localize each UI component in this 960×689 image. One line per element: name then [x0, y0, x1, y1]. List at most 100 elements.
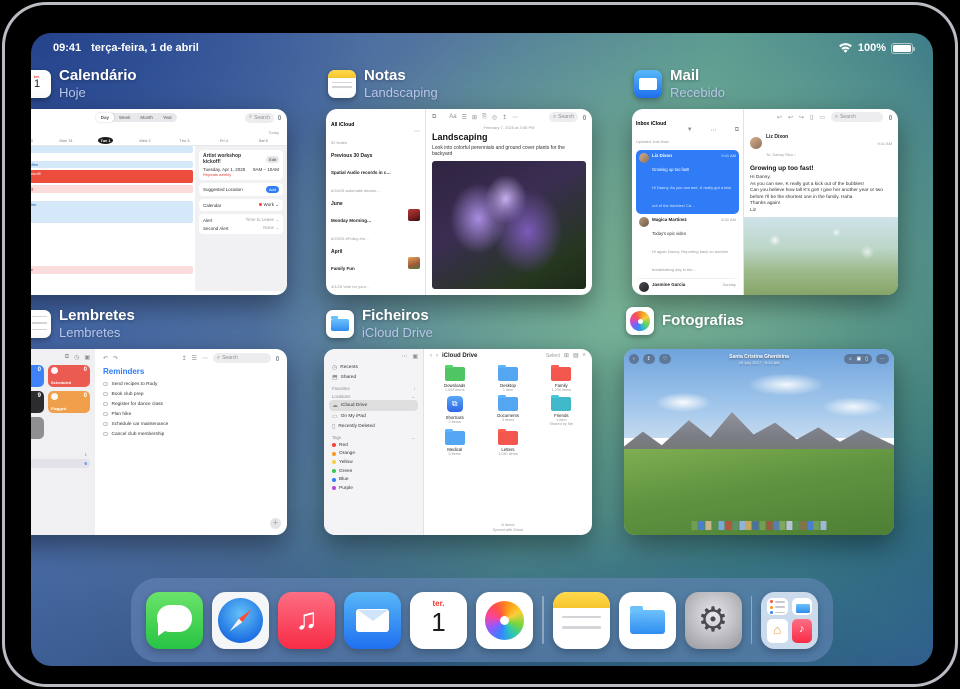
back-icon[interactable]: ‹ [629, 354, 639, 364]
forward-icon[interactable]: ↪ [799, 114, 804, 121]
dock-recent-apps-stack[interactable]: ⌂ ♪ [761, 592, 818, 649]
compose-icon[interactable]: ⧉ [432, 114, 436, 121]
more-icon[interactable]: ⋯ [401, 353, 407, 360]
dock-safari-icon[interactable] [212, 592, 269, 649]
share-icon[interactable]: ↥ [182, 355, 187, 362]
notes-window[interactable]: All iCloud32 Notes ⋯ Previous 30 Days Sp… [326, 109, 592, 295]
calendar-card-label[interactable]: ter.1 Calendário Hoje [31, 67, 137, 100]
note-list-item[interactable]: Family Fun4/1/25 Vote for your… [331, 257, 420, 293]
reply-all-icon[interactable]: ↩ [788, 114, 793, 121]
note-list-item[interactable]: Spatial Audio records in c…6/24/25 autom… [331, 161, 420, 197]
reminder-item[interactable]: Plan hike [103, 409, 279, 419]
sidebar-item-icloud-drive[interactable]: ☁iCloud Drive [329, 400, 418, 411]
tag-purple[interactable]: Purple [329, 484, 418, 493]
tag-blue[interactable]: Blue [329, 475, 418, 484]
checkbox[interactable] [103, 422, 108, 427]
dock-music-icon[interactable]: ♫ [278, 592, 335, 649]
back-icon[interactable]: ‹ [430, 353, 432, 359]
checkbox[interactable] [103, 382, 108, 387]
calendar-window[interactable]: ▦ ≣ ＋ Day Week Month Year ⌕Search 2025 T… [31, 109, 287, 295]
mailbox-title[interactable]: Inbox iCloud [636, 121, 666, 127]
reminder-item[interactable]: Book club prep [103, 389, 279, 399]
folder-family[interactable]: Family1,230 items [537, 364, 586, 392]
filter-icon[interactable]: ▼ [687, 127, 693, 133]
checkbox[interactable] [103, 392, 108, 397]
second-alert-picker[interactable]: None [263, 225, 274, 230]
redo-icon[interactable]: ↷ [113, 355, 118, 362]
checklist-icon[interactable]: ☰ [462, 114, 467, 121]
notes-account[interactable]: All iCloud [331, 122, 354, 128]
all-card[interactable]: 9 [31, 391, 44, 413]
more-icon[interactable]: ⋯ [202, 355, 208, 362]
checkbox[interactable] [103, 402, 108, 407]
sidebar-item-on-my-ipad[interactable]: ▭On My iPad [329, 411, 418, 422]
reminder-item[interactable]: Cancel club membership [103, 429, 279, 439]
mic-icon[interactable] [889, 115, 892, 120]
calendar-search[interactable]: ⌕Search [245, 113, 274, 123]
mic-icon[interactable] [278, 115, 281, 120]
dock-messages-icon[interactable] [146, 592, 203, 649]
alert-picker[interactable]: Time to Leave [246, 217, 274, 222]
dock-settings-icon[interactable]: ⚙ [685, 592, 742, 649]
recipient[interactable]: To: Danny Rico › [766, 152, 796, 157]
sidebar-toggle-icon[interactable]: ▣ [412, 353, 418, 360]
dock-mail-icon[interactable] [344, 592, 401, 649]
sidebar-item-shared[interactable]: ⬒Shared [329, 373, 418, 384]
calendar-picker[interactable]: Work [264, 202, 274, 207]
tab-week[interactable]: Week [114, 113, 135, 122]
add-location-button[interactable]: Add [266, 186, 279, 193]
mail-card-label[interactable]: Mail Recebido [634, 67, 725, 100]
mail-window[interactable]: Inbox iCloudUpdated Just Now ▼ ⋯ ⧉ Liz D… [632, 109, 898, 295]
dock-photos-icon[interactable] [476, 592, 533, 649]
files-card-label[interactable]: Ficheiros iCloud Drive [326, 307, 433, 340]
event-advising[interactable]: Academic advising [31, 185, 193, 193]
file-shortcuts[interactable]: ⧉Shortcuts2 items [430, 394, 479, 426]
folder-friends[interactable]: Friends1 itemShared by Me [537, 394, 586, 426]
share-icon[interactable]: ↥ [502, 114, 507, 121]
reply-icon[interactable]: ↩ [777, 114, 782, 121]
folder-downloads[interactable]: Downloads1,043 items [430, 364, 479, 392]
reminders-window[interactable]: ⧉ ◷ ▣ 0 0Scheduled 9 0Flagged Completed … [31, 349, 287, 535]
more-icon[interactable]: ⋯ [711, 127, 717, 134]
more-icon[interactable]: ⋯ [414, 128, 420, 135]
folder-letters[interactable]: Letters1,040 items [483, 428, 532, 456]
flagged-card[interactable]: 0Flagged [48, 391, 90, 413]
calendar-view-segmented[interactable]: Day Week Month Year [96, 113, 177, 122]
compose-icon[interactable]: ⧉ [735, 127, 739, 134]
sidebar-item-recents[interactable]: ◷Recents [329, 362, 418, 373]
folder-medical[interactable]: Medical5 items [430, 428, 479, 456]
dock-calendar-icon[interactable]: ter.1 [410, 592, 467, 649]
checkbox[interactable] [103, 432, 108, 437]
move-folder-icon[interactable]: ▭ [819, 114, 825, 121]
today-card[interactable]: 0 [31, 365, 44, 387]
tab-year[interactable]: Year [158, 113, 177, 122]
more-icon[interactable]: ⋯ [876, 354, 889, 364]
edit-button[interactable]: Edit [266, 156, 279, 163]
new-folder-icon[interactable]: ⊞ [564, 352, 569, 359]
attach-icon[interactable]: ⎘ [482, 114, 487, 121]
photo-tools-pill[interactable]: ☼▣▯ [844, 354, 872, 364]
reminders-search[interactable]: ⌕Search [213, 353, 271, 363]
add-reminder-button[interactable]: + [270, 518, 281, 529]
event-coffee[interactable]: Meet Chloé for coffee [31, 161, 193, 168]
folder-desktop[interactable]: Desktop1 item [483, 364, 532, 392]
sidebar-item-recently-deleted[interactable]: ▯Recently Deleted [329, 421, 418, 432]
event-jasmine[interactable]: Karate by Jasmine [31, 266, 193, 274]
more-icon[interactable]: ⋯ [512, 114, 518, 121]
list-row-selected[interactable]: Reminders6 [31, 459, 90, 468]
mail-row[interactable]: Magica Martinez8:32 AM Today's epic vide… [636, 214, 739, 279]
reminder-item[interactable]: Register for dance class [103, 399, 279, 409]
share-icon[interactable]: ⧉ [65, 354, 69, 361]
completed-card[interactable]: Completed [31, 417, 44, 439]
search-icon[interactable]: ⌕ [583, 352, 586, 359]
files-window[interactable]: ⋯▣ ◷Recents ⬒Shared Favorites› Locations… [324, 349, 592, 535]
photos-card-label[interactable]: Fotografias [626, 307, 744, 335]
notes-search[interactable]: ⌕Search [549, 112, 578, 122]
dock-notes-icon[interactable] [553, 592, 610, 649]
checkbox[interactable] [103, 412, 108, 417]
photo-filmstrip[interactable] [691, 521, 826, 530]
forward-icon[interactable]: › [436, 353, 438, 359]
table-icon[interactable]: ⊞ [472, 114, 477, 121]
view-grid-icon[interactable]: ▤ [573, 352, 579, 359]
sort-icon[interactable]: ☰ [192, 355, 197, 362]
